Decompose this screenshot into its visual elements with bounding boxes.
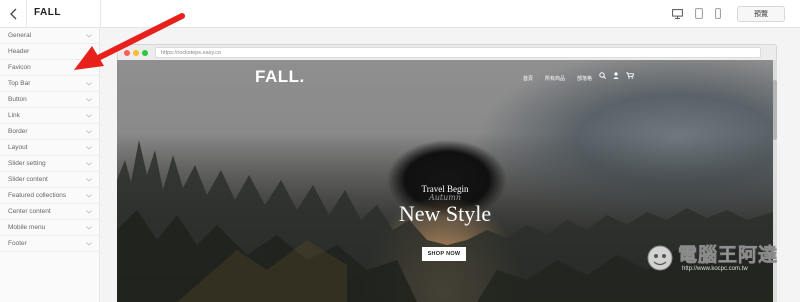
theme-title: FALL <box>34 7 61 18</box>
sidebar-item[interactable]: Slider content <box>0 172 100 188</box>
sidebar-item-label: Favicon <box>8 64 31 71</box>
preview-button[interactable]: 預覽 <box>737 6 785 22</box>
nav-link-products[interactable]: 所有商品 <box>545 75 565 82</box>
topbar-divider <box>26 0 27 28</box>
sidebar-item[interactable]: Button <box>0 92 100 108</box>
address-bar[interactable]: https://rocksteps.easy.co <box>155 47 761 58</box>
nav-link-home[interactable]: 首頁 <box>523 75 533 82</box>
sidebar-item-label: Mobile menu <box>8 224 46 231</box>
sidebar-item[interactable]: Border <box>0 124 100 140</box>
cart-icon[interactable] <box>626 72 634 79</box>
sidebar-item[interactable]: Mobile menu <box>0 220 100 236</box>
sidebar-item[interactable]: Link <box>0 108 100 124</box>
shop-now-button[interactable]: SHOP NOW <box>422 247 466 261</box>
sidebar-item-label: Layout <box>8 144 28 151</box>
device-switcher <box>672 8 721 19</box>
watermark-text: 電腦王阿達 <box>678 245 779 267</box>
user-icon[interactable] <box>613 72 619 79</box>
sidebar-item[interactable]: Top Bar <box>0 76 100 92</box>
sidebar-item-label: Top Bar <box>8 80 31 87</box>
sidebar-item[interactable]: Footer <box>0 236 100 252</box>
sidebar-item-label: Slider setting <box>8 160 46 167</box>
store-nav: 首頁 所有商品 部落格 <box>523 75 592 82</box>
chevron-down-icon <box>86 241 92 246</box>
chevron-down-icon <box>86 177 92 182</box>
sidebar-item-label: Link <box>8 112 20 119</box>
sidebar-item[interactable]: Slider setting <box>0 156 100 172</box>
sidebar-item-label: Center content <box>8 208 51 215</box>
red-arrow-icon <box>74 13 185 70</box>
scrollbar-thumb[interactable] <box>773 80 777 140</box>
watermark-url: http://www.kocpc.com.tw <box>682 266 748 272</box>
store-nav-icons <box>599 72 634 79</box>
chevron-down-icon <box>86 81 92 86</box>
chevron-left-icon <box>10 8 17 20</box>
chevron-down-icon <box>86 97 92 102</box>
sidebar-item-label: Button <box>8 96 27 103</box>
sidebar-item[interactable]: Layout <box>0 140 100 156</box>
desktop-icon[interactable] <box>672 8 683 19</box>
sidebar-item-label: Header <box>8 48 30 55</box>
back-button[interactable] <box>5 5 23 23</box>
browser-toolbar: https://rocksteps.easy.co <box>117 44 777 60</box>
chevron-down-icon <box>86 129 92 134</box>
sidebar-item-label: Featured collections <box>8 192 67 199</box>
sidebar-item-label: Footer <box>8 240 27 247</box>
chevron-down-icon <box>86 161 92 166</box>
chevron-down-icon <box>86 225 92 230</box>
sidebar-item-label: Slider content <box>8 176 48 183</box>
chevron-down-icon <box>86 193 92 198</box>
sidebar-item[interactable]: Center content <box>0 204 100 220</box>
search-icon[interactable] <box>599 72 606 79</box>
chevron-down-icon <box>86 113 92 118</box>
tablet-icon[interactable] <box>695 8 703 19</box>
sidebar-item[interactable]: Featured collections <box>0 188 100 204</box>
hero-title: New Style <box>398 201 492 226</box>
nav-link-blog[interactable]: 部落格 <box>577 75 592 82</box>
sidebar-item-label: General <box>8 32 32 39</box>
mobile-icon[interactable] <box>715 8 721 19</box>
sidebar-item-label: Border <box>8 128 28 135</box>
store-logo[interactable]: FALL. <box>255 67 305 87</box>
chevron-down-icon <box>86 209 92 214</box>
chevron-down-icon <box>86 145 92 150</box>
